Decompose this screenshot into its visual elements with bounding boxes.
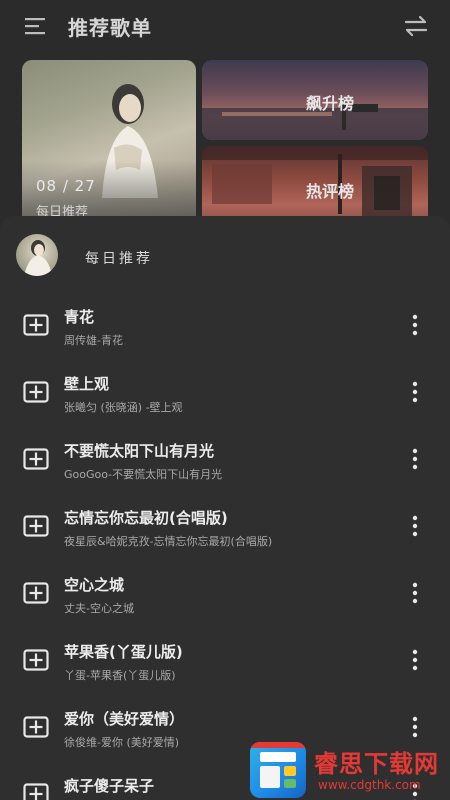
song-title: 空心之城 [64, 576, 125, 594]
add-to-playlist-icon[interactable] [23, 716, 49, 738]
rising-chart-card[interactable]: 飙升榜 [202, 60, 428, 140]
watermark-url: www.cdgthk.com [318, 778, 421, 792]
more-options-icon[interactable] [404, 446, 426, 472]
watermark-logo-icon [250, 742, 306, 798]
more-options-icon[interactable] [404, 580, 426, 606]
more-options-icon[interactable] [404, 513, 426, 539]
more-options-icon[interactable] [404, 379, 426, 405]
sheet-title: 每日推荐 [85, 251, 153, 267]
site-watermark: 睿思下载网 www.cdgthk.com [250, 740, 450, 800]
add-to-playlist-icon[interactable] [23, 649, 49, 671]
add-to-playlist-icon[interactable] [23, 582, 49, 604]
song-title: 壁上观 [64, 375, 110, 393]
sheet-header: 每日推荐 [0, 216, 450, 294]
menu-icon[interactable] [24, 15, 48, 37]
add-to-playlist-icon[interactable] [23, 381, 49, 403]
song-artist: GooGoo-不要慌太阳下山有月光 [64, 468, 223, 481]
song-artist: 徐俊维-爱你 (美好爱情) [64, 736, 180, 749]
song-title: 不要慌太阳下山有月光 [64, 442, 215, 460]
song-title: 忘情忘你忘最初(合唱版) [64, 509, 228, 527]
song-artist: 夜星辰&哈妮克孜-忘情忘你忘最初(合唱版) [64, 535, 273, 548]
hot-comments-label: 热评榜 [305, 182, 354, 201]
song-row[interactable]: 忘情忘你忘最初(合唱版) 夜星辰&哈妮克孜-忘情忘你忘最初(合唱版) [0, 495, 450, 562]
daily-date: 08 / 27 [36, 177, 96, 195]
add-to-playlist-icon[interactable] [23, 314, 49, 336]
song-artist: 张曦匀 (张晓涵) -壁上观 [64, 401, 183, 414]
add-to-playlist-icon[interactable] [23, 448, 49, 470]
song-row[interactable]: 青花周传雄-青花 [0, 294, 450, 361]
swap-icon[interactable] [402, 14, 430, 38]
add-to-playlist-icon[interactable] [23, 515, 49, 537]
app-bar: 推荐歌单 [0, 0, 450, 54]
more-options-icon[interactable] [404, 714, 426, 740]
song-title: 苹果香(丫蛋儿版) [64, 643, 183, 661]
playlist-avatar [16, 234, 58, 276]
song-artist: 周传雄-青花 [64, 334, 123, 347]
song-row[interactable]: 不要慌太阳下山有月光 GooGoo-不要慌太阳下山有月光 [0, 428, 450, 495]
song-row[interactable]: 苹果香(丫蛋儿版) 丫蛋-苹果香(丫蛋儿版) [0, 629, 450, 696]
page-title: 推荐歌单 [68, 16, 152, 40]
rising-chart-label: 飙升榜 [305, 94, 354, 113]
add-to-playlist-icon[interactable] [23, 783, 49, 800]
song-title: 爱你（美好爱情） [64, 710, 185, 728]
song-title: 疯子傻子呆子 [64, 777, 155, 795]
more-options-icon[interactable] [404, 312, 426, 338]
more-options-icon[interactable] [404, 647, 426, 673]
song-row[interactable]: 空心之城丈夫-空心之城 [0, 562, 450, 629]
daily-recommend-card[interactable]: 08 / 27 每日推荐 [22, 60, 196, 230]
song-artist: 丫蛋-苹果香(丫蛋儿版) [64, 669, 176, 682]
song-row[interactable]: 壁上观张曦匀 (张晓涵) -壁上观 [0, 361, 450, 428]
song-title: 青花 [64, 308, 95, 326]
watermark-text: 睿思下载网 [314, 750, 439, 778]
song-artist: 丈夫-空心之城 [64, 602, 134, 615]
daily-songs-sheet: 每日推荐 青花周传雄-青花壁上观张曦匀 (张晓涵) -壁上观不要慌太阳下山有月光… [0, 216, 450, 800]
